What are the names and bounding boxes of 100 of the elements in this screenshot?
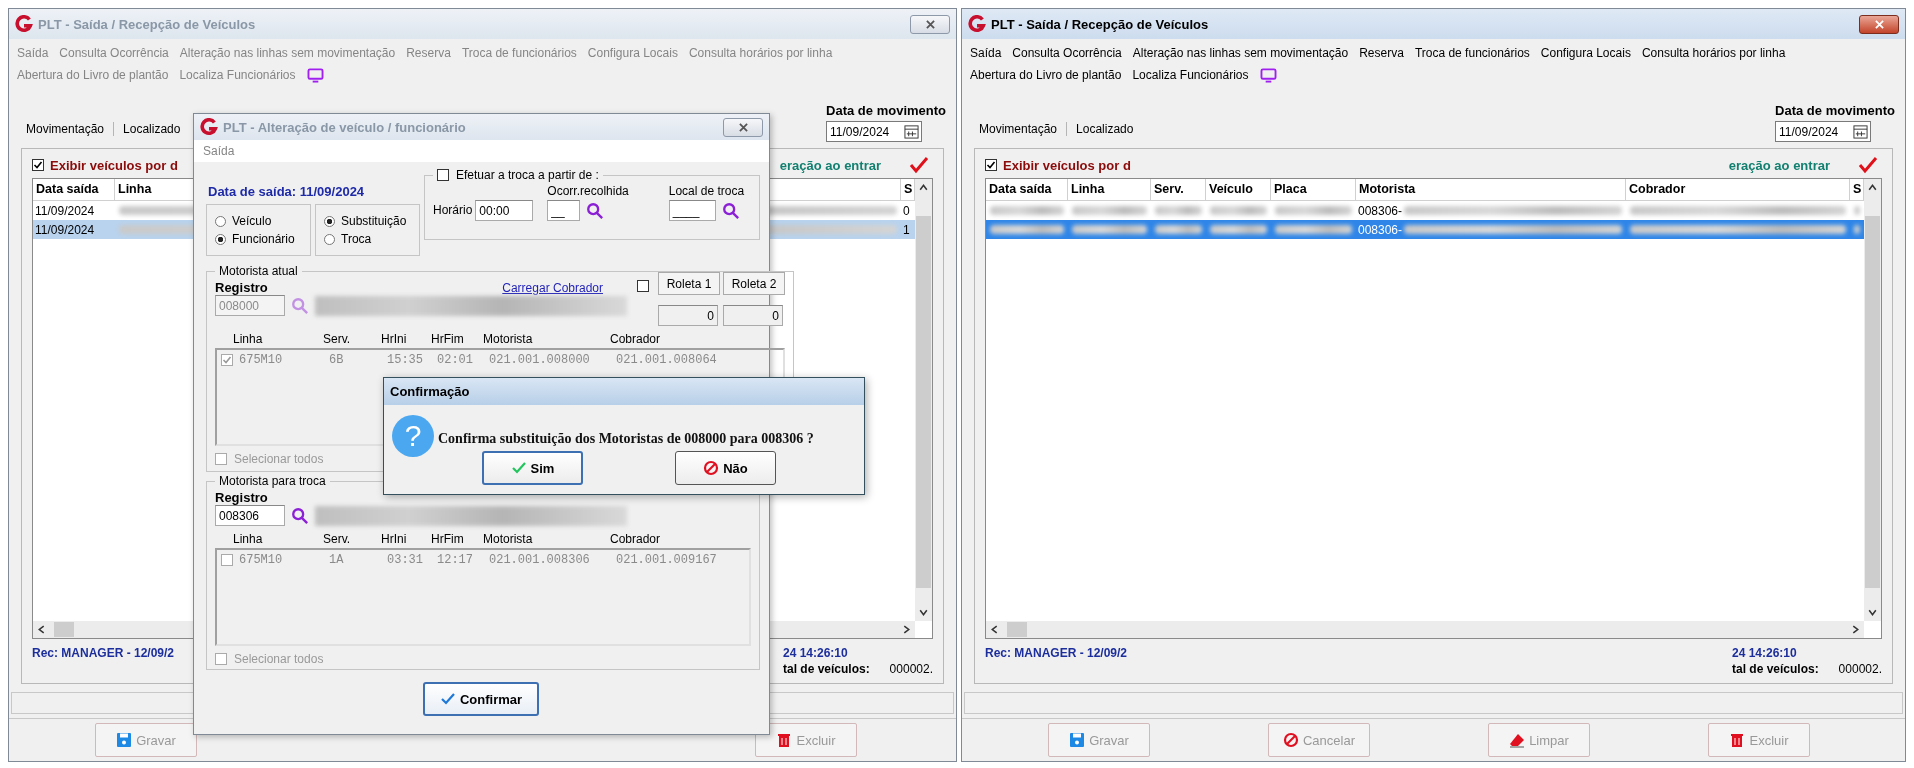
radio-button[interactable] [324,233,335,245]
monitor-icon[interactable] [1259,67,1277,83]
menu-item[interactable]: Localiza Funcionários [1132,68,1249,82]
scroll-thumb[interactable] [1865,216,1880,588]
date-label: Data de movimento [826,103,946,118]
date-field[interactable]: 11/09/2024 [1775,121,1872,142]
check-icon[interactable] [909,156,929,174]
tab[interactable]: Localizado [114,122,190,136]
scroll-left-icon[interactable] [989,624,1000,635]
no-button[interactable]: Não [675,451,776,485]
scroll-left-icon[interactable] [36,624,47,635]
list-cell-text: 021.001.008306 [489,553,591,567]
date-field[interactable]: 11/09/2024 [826,121,923,142]
scroll-thumb[interactable] [1007,622,1027,637]
radio-button[interactable] [215,215,226,227]
search-icon[interactable] [586,201,605,220]
menu-item[interactable]: Consulta horários por linha [1641,46,1786,60]
column-header: HrFim [431,532,465,548]
time-field[interactable]: 00:00 [475,200,534,221]
no-entry-icon [703,460,720,476]
column-header[interactable]: Cobrador [1626,179,1850,200]
menu-item[interactable]: Abertura do Livro de plantão [970,68,1122,82]
list-cell-text: 02:01 [437,353,474,367]
menu-item[interactable]: Reserva [1359,46,1404,60]
monitor-icon[interactable] [306,67,324,83]
table-row[interactable]: 008306- [986,201,1864,220]
table-row[interactable]: 008306- [986,220,1864,239]
check-icon[interactable] [1858,156,1878,174]
list-cell-text: 6B [329,353,345,367]
total-value: 000002. [1838,662,1882,676]
total-label: tal de veículos: [783,662,870,676]
tab[interactable]: Movimentação [970,122,1068,136]
column-header[interactable]: Data saída [33,179,115,200]
input-field[interactable]: ____ [668,200,716,221]
scroll-thumb[interactable] [916,216,931,588]
column-header[interactable]: Veículo [1206,179,1271,200]
column-header: Cobrador [610,332,662,348]
search-icon[interactable] [291,506,309,525]
field-label: Registro [215,280,268,295]
menu-item[interactable]: Consulta Ocorrência [1012,46,1122,60]
close-button[interactable] [1859,14,1899,34]
scrollbar[interactable] [986,621,1864,638]
scrollbar[interactable] [1864,179,1881,621]
menu-item[interactable]: Saída [970,46,1002,60]
list-cell-text: 03:31 [387,553,424,567]
column-header: Linha [233,332,264,348]
tab[interactable]: Movimentação [17,122,115,136]
total-label: tal de veículos: [1732,662,1819,676]
input-field[interactable]: __ [547,200,581,221]
dialog-title: Confirmação [390,384,470,399]
scroll-up-icon[interactable] [1867,182,1878,193]
menu-item[interactable]: Saída [203,144,235,158]
checkbox[interactable] [221,554,233,566]
checkbox[interactable] [985,159,997,171]
calendar-icon[interactable] [904,124,920,139]
checkbox[interactable] [32,159,44,171]
scroll-up-icon[interactable] [918,182,929,193]
scroll-right-icon[interactable] [1850,624,1861,635]
close-button[interactable] [910,14,950,34]
menu-item[interactable]: Configura Locais [1540,46,1631,60]
checkbox[interactable] [215,653,227,665]
scroll-thumb[interactable] [54,622,74,637]
floppy-icon [1069,732,1086,748]
column-header[interactable]: Motorista [1356,179,1626,200]
trash-icon [1729,732,1746,748]
tab[interactable]: Localizado [1067,122,1143,136]
column-header: HrFim [431,332,465,348]
logo-icon [968,15,986,33]
yes-button[interactable]: Sim [482,451,583,485]
column-header: Motorista [483,532,534,548]
column-header: HrIni [381,332,408,348]
window-title: PLT - Saída / Recepção de Veículos [991,16,1209,32]
list-cell-text: 15:35 [387,353,424,367]
menu-item[interactable]: Alteração nas linhas sem movimentação [1132,46,1349,60]
calendar-icon[interactable] [1853,124,1869,139]
confirm-button[interactable]: Confirmar [423,682,539,716]
table-cell: 008306- [1358,222,1403,237]
search-icon[interactable] [721,201,740,220]
column-header[interactable]: Linha [1068,179,1151,200]
total-value: 000002. [889,662,933,676]
scroll-down-icon[interactable] [918,607,929,618]
field-label: Ocorr.recolhida [547,184,629,198]
menu-item[interactable]: Troca de funcionários [1414,46,1530,60]
close-button[interactable] [723,117,763,137]
column-header: Motorista [483,332,534,348]
checkbox[interactable] [437,169,449,181]
group-title: Efetuar a troca a partir de : [456,168,599,182]
scrollbar[interactable] [915,179,932,621]
scroll-down-icon[interactable] [1867,607,1878,618]
radio-button[interactable] [215,233,226,245]
column-header[interactable]: Placa [1271,179,1356,200]
field-label: Registro [215,490,268,505]
radio-button[interactable] [324,215,335,227]
filter-label: Exibir veículos por d [50,157,178,173]
scroll-right-icon[interactable] [901,624,912,635]
column-header[interactable]: Serv. [1151,179,1206,200]
column-header[interactable]: Data saída [986,179,1068,200]
registro-field[interactable]: 008306 [215,505,285,526]
field-label: Horário [433,203,473,217]
close-icon [924,19,936,29]
